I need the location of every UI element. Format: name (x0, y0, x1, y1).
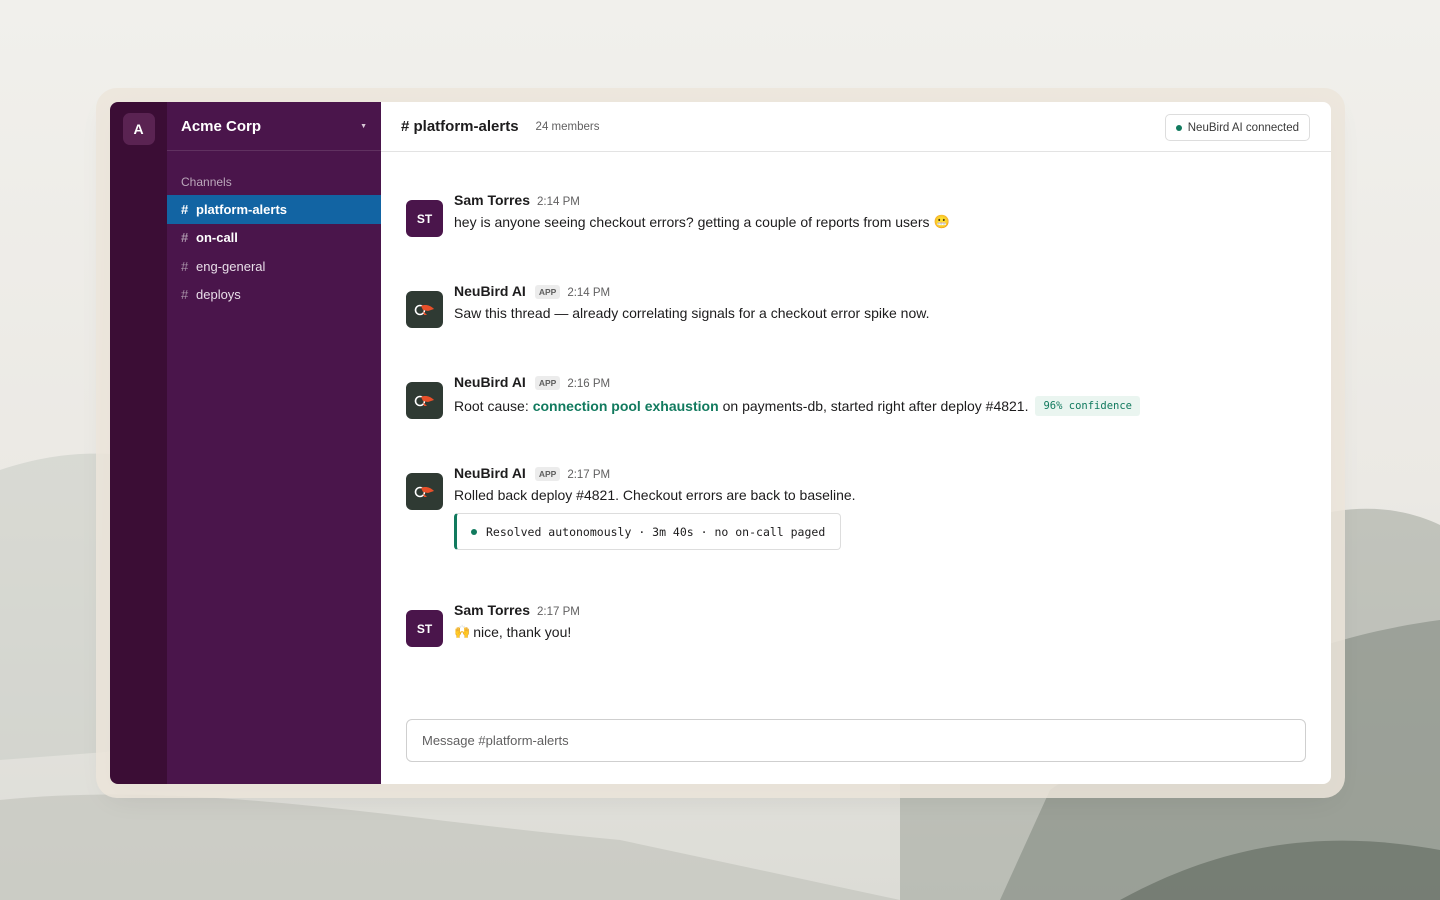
sidebar-item-on-call[interactable]: # on-call (167, 224, 381, 253)
avatar[interactable]: ST (406, 200, 443, 237)
raised-hands-emoji-icon: 🙌 (454, 624, 471, 640)
sidebar-item-eng-general[interactable]: # eng-general (167, 252, 381, 281)
message-author[interactable]: Sam Torres (454, 602, 530, 618)
message-time[interactable]: 2:14 PM (537, 196, 580, 208)
message-time[interactable]: 2:16 PM (567, 378, 610, 390)
message-text: hey is anyone seeing checkout errors? ge… (454, 214, 950, 230)
channel-view: # platform-alerts 24 members NeuBird AI … (381, 102, 1331, 784)
message-author[interactable]: Sam Torres (454, 192, 530, 208)
channel-label: deploys (196, 287, 241, 303)
confidence-badge: 96% confidence (1035, 396, 1140, 416)
status-dot-icon (1175, 124, 1182, 131)
connection-badge-label: NeuBird AI connected (1187, 121, 1299, 134)
avatar[interactable]: ST (406, 610, 443, 647)
message-time[interactable]: 2:14 PM (567, 287, 610, 299)
channel-title[interactable]: # platform-alerts (401, 118, 519, 135)
app-badge: APP (534, 376, 561, 390)
status-dot-icon (471, 528, 477, 535)
sidebar-item-platform-alerts[interactable]: # platform-alerts (167, 195, 381, 224)
message-author[interactable]: NeuBird AI (454, 374, 526, 390)
resolution-status-card: Resolved autonomously · 3m 40s · no on-c… (454, 513, 841, 550)
message-text-before: Root cause: (454, 398, 529, 414)
app-window: A Acme Corp ▼ Channels # platform-alerts… (110, 102, 1331, 784)
member-count[interactable]: 24 members (536, 121, 600, 133)
channel-label: on-call (196, 230, 238, 246)
message-text: Saw this thread — already correlating si… (454, 305, 930, 321)
hash-icon: # (181, 201, 189, 217)
app-badge: APP (534, 285, 561, 299)
bot-avatar[interactable] (406, 291, 443, 328)
message-author[interactable]: NeuBird AI (454, 465, 526, 481)
message-author[interactable]: NeuBird AI (454, 283, 526, 299)
message-text: Rolled back deploy #4821. Checkout error… (454, 487, 856, 503)
message-text-content: nice, thank you! (473, 624, 572, 640)
sidebar-item-deploys[interactable]: # deploys (167, 281, 381, 310)
connection-badge[interactable]: NeuBird AI connected (1164, 114, 1310, 141)
bot-avatar[interactable] (406, 473, 443, 510)
message-text: Root cause: connection pool exhaustion o… (454, 396, 1140, 416)
workspace-rail: A (110, 102, 167, 784)
root-cause-link[interactable]: connection pool exhaustion (533, 398, 719, 414)
workspace-icon[interactable]: A (122, 113, 155, 145)
bot-avatar[interactable] (406, 382, 443, 419)
message-text-after: on payments-db, started right after depl… (722, 398, 1029, 414)
sidebar: Acme Corp ▼ Channels # platform-alerts #… (167, 102, 381, 784)
channel-label: platform-alerts (196, 201, 288, 217)
message-time[interactable]: 2:17 PM (567, 469, 610, 481)
resolution-status-text: Resolved autonomously · 3m 40s · no on-c… (486, 524, 826, 539)
message-time[interactable]: 2:17 PM (537, 606, 580, 618)
message-input[interactable]: Message #platform-alerts (406, 719, 1306, 762)
workspace-name: Acme Corp (181, 117, 262, 135)
channels-section-label: Channels (181, 175, 232, 189)
bird-logo-icon (414, 304, 434, 315)
bird-logo-icon (414, 486, 434, 497)
chevron-down-icon: ▼ (360, 122, 367, 130)
grimace-emoji-icon: 😬 (933, 214, 950, 230)
hash-icon: # (181, 230, 189, 246)
hash-icon: # (181, 258, 189, 274)
app-badge: APP (534, 467, 561, 481)
bird-logo-icon (414, 395, 434, 406)
message-text-content: hey is anyone seeing checkout errors? ge… (454, 214, 930, 230)
hash-icon: # (181, 287, 189, 303)
channel-header: # platform-alerts 24 members NeuBird AI … (381, 102, 1331, 152)
message-text: 🙌 nice, thank you! (454, 624, 580, 640)
channel-label: eng-general (196, 258, 266, 274)
workspace-header[interactable]: Acme Corp ▼ (167, 102, 381, 151)
